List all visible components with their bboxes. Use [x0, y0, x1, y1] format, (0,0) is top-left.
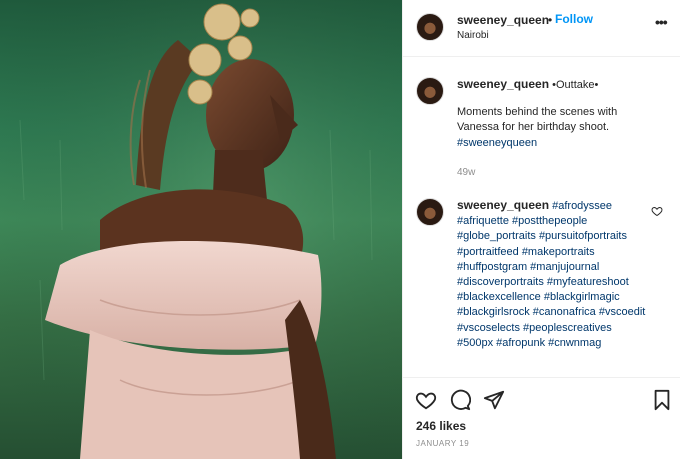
heart-icon[interactable]: [415, 389, 437, 411]
more-options-icon[interactable]: •••: [655, 14, 668, 30]
caption-body: Moments behind the scenes with Vanessa f…: [457, 106, 618, 134]
portrait-image: [0, 0, 402, 459]
hashtag-list[interactable]: #afriquette #postthepeople #globe_portra…: [457, 215, 645, 349]
bookmark-icon[interactable]: [651, 389, 673, 411]
avatar[interactable]: [416, 13, 444, 41]
caption-username[interactable]: sweeney_queen: [457, 77, 549, 91]
comment-text: sweeney_queen #afrodyssee #afriquette #p…: [457, 198, 647, 351]
location-link[interactable]: Nairobi: [457, 30, 489, 41]
action-bar: 246 likes JANUARY 19: [403, 377, 680, 459]
caption-headline: •Outtake•: [552, 79, 599, 91]
post-header: sweeney_queen • Follow Nairobi •••: [403, 0, 680, 57]
post-age: 49w: [457, 167, 476, 178]
caption-text: sweeney_queen •Outtake• Moments behind t…: [457, 77, 647, 151]
follow-button[interactable]: Follow: [555, 12, 593, 26]
paper-plane-icon[interactable]: [483, 389, 505, 411]
hashtag-link[interactable]: #sweeneyqueen: [457, 137, 537, 149]
username-link[interactable]: sweeney_queen: [457, 13, 549, 27]
like-comment-heart-icon[interactable]: [651, 205, 663, 217]
post-sidebar: sweeney_queen • Follow Nairobi ••• sween…: [402, 0, 680, 459]
comment-icon[interactable]: [449, 389, 471, 411]
separator-dot: •: [548, 13, 553, 27]
avatar[interactable]: [416, 77, 444, 105]
comment-username[interactable]: sweeney_queen: [457, 198, 549, 212]
hashtag-link[interactable]: #afrodyssee: [552, 200, 612, 212]
likes-count[interactable]: 246 likes: [416, 419, 466, 433]
post-photo[interactable]: [0, 0, 402, 459]
comment: sweeney_queen #afrodyssee #afriquette #p…: [403, 198, 680, 376]
avatar[interactable]: [416, 198, 444, 226]
post-date: JANUARY 19: [416, 439, 470, 448]
